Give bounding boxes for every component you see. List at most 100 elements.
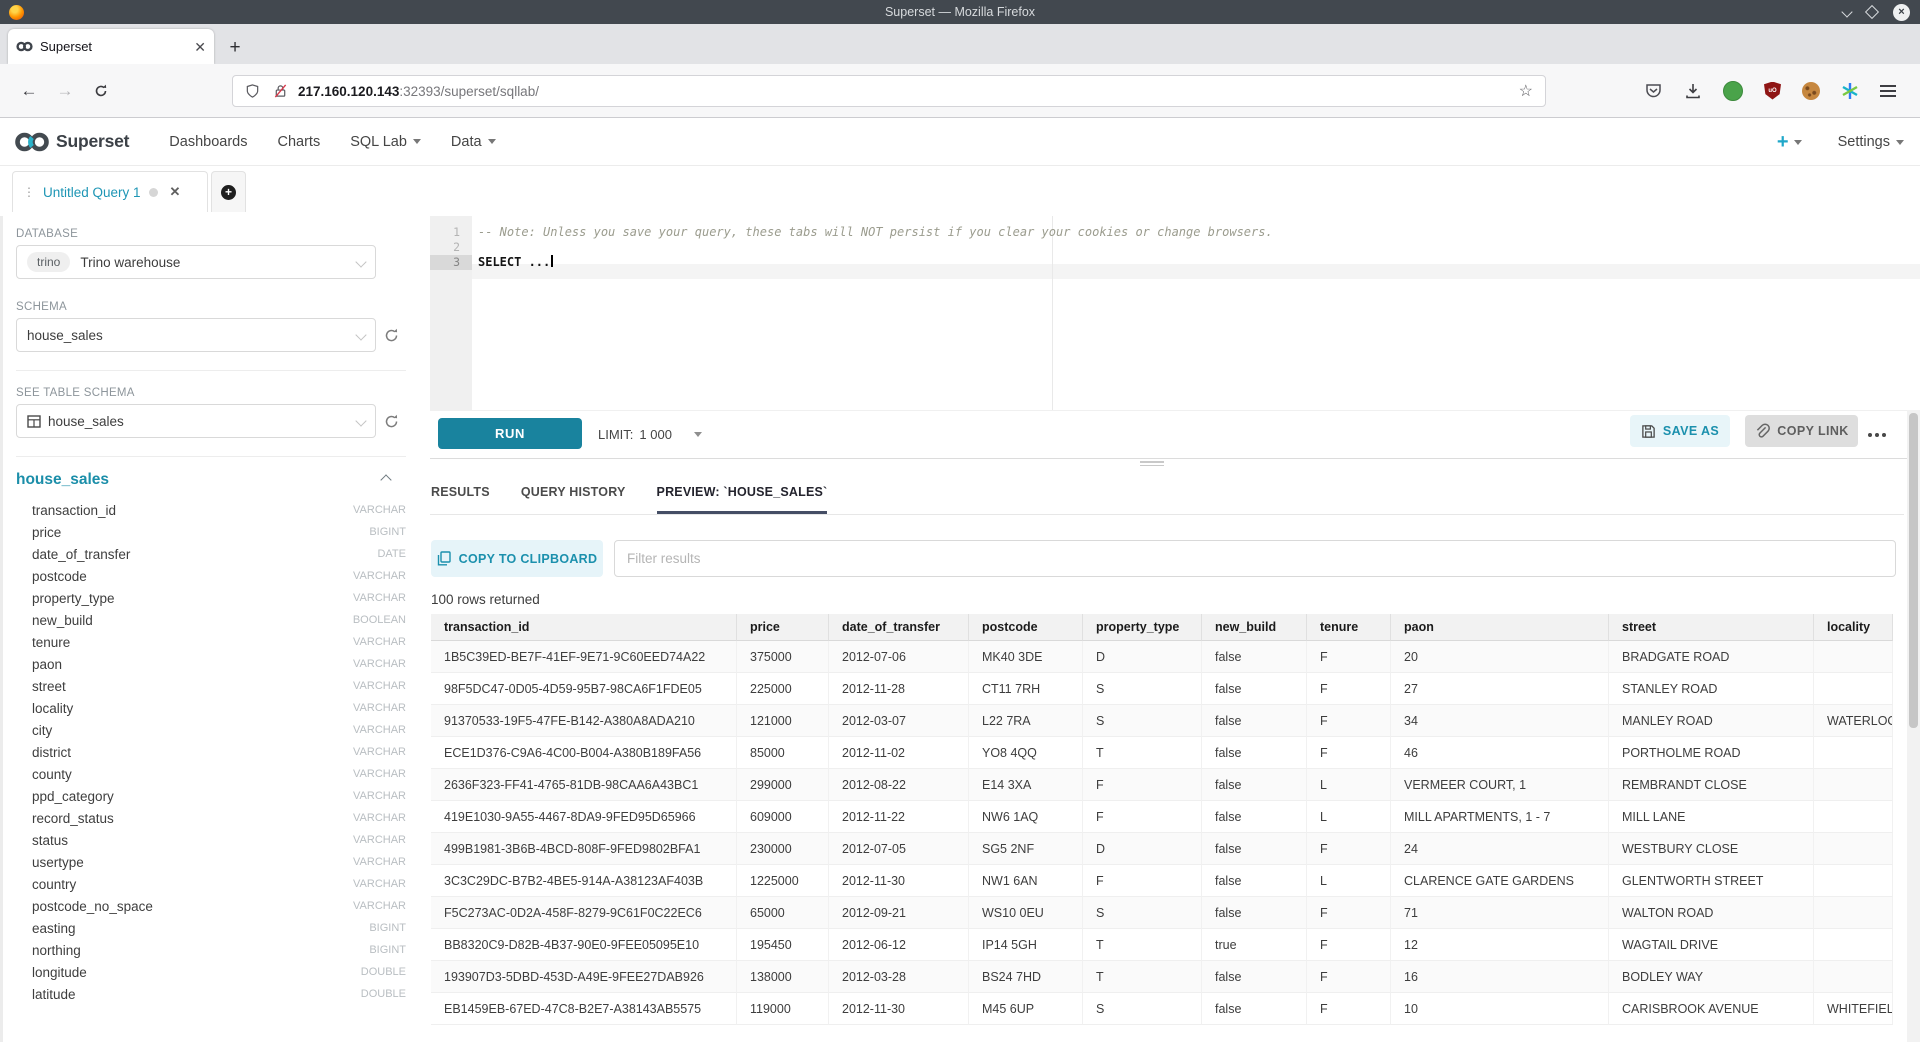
grid-cell: BODLEY WAY bbox=[1609, 961, 1814, 993]
grid-cell: 12 bbox=[1391, 929, 1609, 961]
window-minimize-icon[interactable] bbox=[1843, 3, 1851, 21]
privacy-badger-icon[interactable] bbox=[1723, 81, 1743, 101]
column-name: tenure bbox=[32, 635, 353, 650]
column-type: VARCHAR bbox=[353, 570, 406, 582]
grid-header-property-type[interactable]: property_type bbox=[1083, 614, 1202, 641]
copy-link-button[interactable]: COPY LINK bbox=[1745, 415, 1858, 447]
new-browser-tab-button[interactable]: + bbox=[224, 36, 246, 58]
grid-header-price[interactable]: price bbox=[737, 614, 829, 641]
download-icon[interactable] bbox=[1684, 82, 1702, 100]
filter-results-input[interactable] bbox=[614, 540, 1896, 577]
results-tab-results[interactable]: RESULTS bbox=[431, 472, 490, 514]
results-grid: transaction_idpricedate_of_transferpostc… bbox=[431, 614, 1893, 1025]
window-close-icon[interactable]: × bbox=[1893, 4, 1910, 21]
extension-asterisk-icon[interactable] bbox=[1841, 82, 1859, 100]
grid-cell: 2012-03-07 bbox=[829, 705, 969, 737]
grid-cell bbox=[1814, 961, 1893, 993]
superset-logo-icon bbox=[14, 129, 50, 155]
add-new-button[interactable]: + bbox=[1777, 132, 1802, 152]
window-controls: × bbox=[1843, 0, 1910, 24]
navbar-item-data[interactable]: Data bbox=[451, 134, 496, 150]
grid-header-paon[interactable]: paon bbox=[1391, 614, 1609, 641]
grid-cell: L bbox=[1307, 865, 1391, 897]
grid-cell: 121000 bbox=[737, 705, 829, 737]
scrollbar-thumb[interactable] bbox=[1909, 413, 1918, 728]
scrollbar-track[interactable] bbox=[1907, 410, 1920, 1042]
table-column-row: new_buildBOOLEAN bbox=[16, 609, 406, 631]
navbar-item-dashboards[interactable]: Dashboards bbox=[169, 134, 247, 150]
chevron-down-icon bbox=[355, 256, 366, 267]
table-column-row: paonVARCHAR bbox=[16, 653, 406, 675]
results-tab-query-history[interactable]: QUERY HISTORY bbox=[521, 472, 626, 514]
grid-cell: 138000 bbox=[737, 961, 829, 993]
pane-resize-handle-icon[interactable] bbox=[1140, 461, 1164, 468]
limit-dropdown[interactable]: LIMIT: 1 000 bbox=[598, 411, 702, 458]
grid-cell: false bbox=[1202, 993, 1307, 1025]
lock-slash-icon[interactable] bbox=[273, 83, 288, 99]
add-query-tab-button[interactable]: + bbox=[211, 171, 246, 212]
refresh-schema-icon[interactable] bbox=[383, 327, 400, 344]
column-name: northing bbox=[32, 943, 369, 958]
save-as-button[interactable]: SAVE AS bbox=[1630, 415, 1730, 447]
grid-cell: F5C273AC-0D2A-458F-8279-9C61F0C22EC6 bbox=[431, 897, 737, 929]
grid-cell: F bbox=[1307, 673, 1391, 705]
editor-code[interactable]: -- Note: Unless you save your query, the… bbox=[478, 216, 1920, 410]
superset-logo[interactable]: Superset bbox=[14, 129, 129, 155]
back-icon[interactable]: ← bbox=[16, 64, 42, 117]
run-button[interactable]: RUN bbox=[438, 418, 582, 449]
grid-header-tenure[interactable]: tenure bbox=[1307, 614, 1391, 641]
shield-icon[interactable] bbox=[245, 83, 260, 99]
grid-header-street[interactable]: street bbox=[1609, 614, 1814, 641]
menu-icon[interactable] bbox=[1880, 85, 1896, 97]
ublock-icon[interactable]: uO bbox=[1764, 82, 1781, 100]
browser-tab-superset[interactable]: Superset ✕ bbox=[8, 29, 214, 64]
database-engine-badge: trino bbox=[27, 252, 70, 272]
grid-header-new-build[interactable]: new_build bbox=[1202, 614, 1307, 641]
grid-cell: S bbox=[1083, 705, 1202, 737]
reload-icon[interactable] bbox=[88, 64, 114, 117]
grid-header-locality[interactable]: locality bbox=[1814, 614, 1893, 641]
grid-cell: F bbox=[1307, 897, 1391, 929]
bookmark-star-icon[interactable]: ☆ bbox=[1519, 81, 1533, 101]
cookie-icon[interactable] bbox=[1802, 82, 1820, 100]
url-bar[interactable]: 217.160.120.143:32393/superset/sqllab/ ☆ bbox=[232, 75, 1546, 107]
limit-value: 1 000 bbox=[639, 427, 672, 442]
query-tab-close-icon[interactable]: ✕ bbox=[170, 184, 181, 200]
schema-select[interactable]: house_sales bbox=[16, 318, 376, 352]
table-schema-header[interactable]: house_sales bbox=[16, 471, 390, 489]
settings-menu[interactable]: Settings bbox=[1838, 134, 1904, 150]
table-select[interactable]: house_sales bbox=[16, 404, 376, 438]
grid-cell: GLENTWORTH STREET bbox=[1609, 865, 1814, 897]
browser-tab-close-icon[interactable]: ✕ bbox=[194, 40, 206, 54]
sql-editor[interactable]: 123 -- Note: Unless you save your query,… bbox=[430, 216, 1920, 410]
database-select[interactable]: trino Trino warehouse bbox=[16, 245, 376, 279]
grid-header-postcode[interactable]: postcode bbox=[969, 614, 1083, 641]
grid-cell: T bbox=[1083, 929, 1202, 961]
more-actions-icon[interactable] bbox=[1868, 411, 1886, 458]
column-type: VARCHAR bbox=[353, 768, 406, 780]
grid-cell: 1225000 bbox=[737, 865, 829, 897]
drag-dots-icon[interactable]: ⋮ bbox=[23, 185, 35, 199]
results-tab-preview-house-sales[interactable]: PREVIEW: `HOUSE_SALES` bbox=[657, 472, 828, 514]
grid-header-date-of-transfer[interactable]: date_of_transfer bbox=[829, 614, 969, 641]
column-type: DOUBLE bbox=[361, 966, 406, 978]
column-type: DOUBLE bbox=[361, 988, 406, 1000]
column-name: transaction_id bbox=[32, 503, 353, 518]
chevron-up-icon[interactable] bbox=[380, 474, 391, 485]
grid-cell: false bbox=[1202, 865, 1307, 897]
chevron-down-icon bbox=[488, 139, 496, 144]
grid-header-transaction-id[interactable]: transaction_id bbox=[431, 614, 737, 641]
navbar-item-sql-lab[interactable]: SQL Lab bbox=[350, 134, 421, 150]
copy-to-clipboard-label: COPY TO CLIPBOARD bbox=[459, 552, 598, 566]
forward-icon[interactable]: → bbox=[52, 64, 78, 117]
code-line: -- Note: Unless you save your query, the… bbox=[478, 225, 1920, 240]
column-type: VARCHAR bbox=[353, 702, 406, 714]
table-column-row: cityVARCHAR bbox=[16, 719, 406, 741]
copy-to-clipboard-button[interactable]: COPY TO CLIPBOARD bbox=[431, 540, 603, 577]
pocket-icon[interactable] bbox=[1644, 81, 1663, 100]
navbar-item-charts[interactable]: Charts bbox=[277, 134, 320, 150]
query-tab[interactable]: ⋮ Untitled Query 1 ✕ bbox=[12, 171, 208, 212]
grid-cell: E14 3XA bbox=[969, 769, 1083, 801]
refresh-table-icon[interactable] bbox=[383, 413, 400, 430]
window-maximize-icon[interactable] bbox=[1865, 5, 1879, 19]
